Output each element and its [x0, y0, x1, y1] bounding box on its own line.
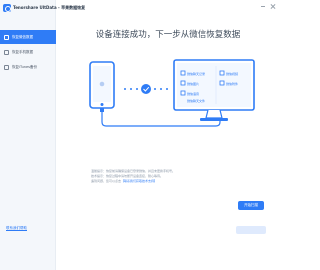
wechat-icon — [4, 34, 9, 40]
monitor-item-label: 微信语音 — [187, 91, 199, 96]
phone-icon — [89, 61, 115, 109]
connected-check-icon — [141, 84, 151, 94]
sidebar-item-itunes[interactable]: 恢复iTunes备份 — [0, 60, 56, 74]
sidebar-item-label: 恢复手机数据 — [12, 49, 33, 54]
sidebar-item-label: 恢复微信数据 — [12, 34, 33, 39]
sidebar-nav: 恢复微信数据 恢复手机数据 恢复iTunes备份 — [0, 30, 56, 75]
sidebar-item-phone[interactable]: 恢复手机数据 — [0, 45, 56, 59]
start-scan-button[interactable]: 开始扫描 — [238, 201, 264, 210]
tip-line: 遇到问题，您可以点击【联系我们获取技术支持】 — [91, 179, 251, 184]
monitor-item-label: 微信附件 — [226, 81, 238, 86]
phone-icon — [4, 49, 9, 55]
monitor-item-label: 微信图片 — [187, 81, 199, 86]
sidebar-item-wechat[interactable]: 恢复微信数据 — [0, 30, 56, 44]
monitor-item-label: 微信聊天记录 — [187, 71, 205, 76]
monitor-item-label: 微信视频 — [226, 71, 238, 76]
help-link[interactable]: 联系我们帮助 — [6, 226, 27, 231]
itunes-icon — [4, 64, 9, 70]
computer-monitor-icon — [173, 59, 255, 121]
support-link[interactable]: 【联系我们获取技术支持】 — [121, 179, 157, 183]
sidebar-item-label: 恢复iTunes备份 — [12, 64, 37, 69]
monitor-item-label: 微信聊天文件 — [187, 98, 205, 103]
tips-text: 温馨提示：恢复前请确保设备已登录微信，并且未更换手机号。 技术提示：恢复过程中请… — [91, 169, 251, 184]
sidebar: Tenorshare UltData - 苹果数据恢复 恢复微信数据 恢复手机数… — [0, 0, 85, 270]
tip-text: 遇到问题，您可以点击 — [91, 179, 122, 183]
secondary-button[interactable] — [236, 226, 266, 234]
app-logo-icon — [3, 4, 11, 12]
